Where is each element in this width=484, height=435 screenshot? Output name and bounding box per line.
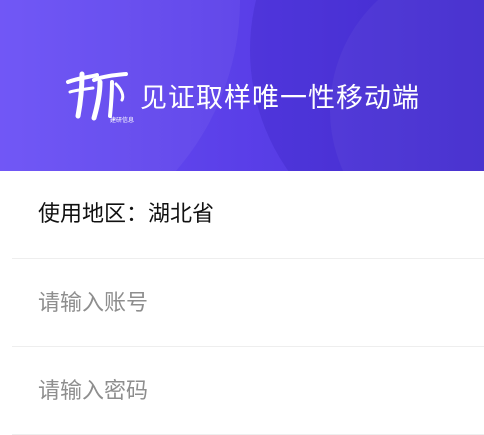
login-form: 使用地区：湖北省 (0, 171, 484, 435)
password-input[interactable] (38, 375, 458, 407)
password-row (12, 347, 484, 435)
login-header: 建研信息 见证取样唯一性移动端 (0, 0, 484, 171)
logo-caption: 建研信息 (110, 116, 134, 124)
account-input[interactable] (38, 287, 458, 319)
account-row (12, 259, 484, 347)
brand: 建研信息 见证取样唯一性移动端 (64, 66, 420, 124)
app-title: 见证取样唯一性移动端 (140, 82, 420, 114)
region-text: 使用地区：湖北省 (38, 202, 214, 228)
region-label: 使用地区： (38, 202, 149, 227)
region-selector[interactable]: 使用地区：湖北省 (12, 171, 484, 259)
region-value: 湖北省 (148, 202, 215, 227)
company-logo: 建研信息 (66, 71, 134, 124)
